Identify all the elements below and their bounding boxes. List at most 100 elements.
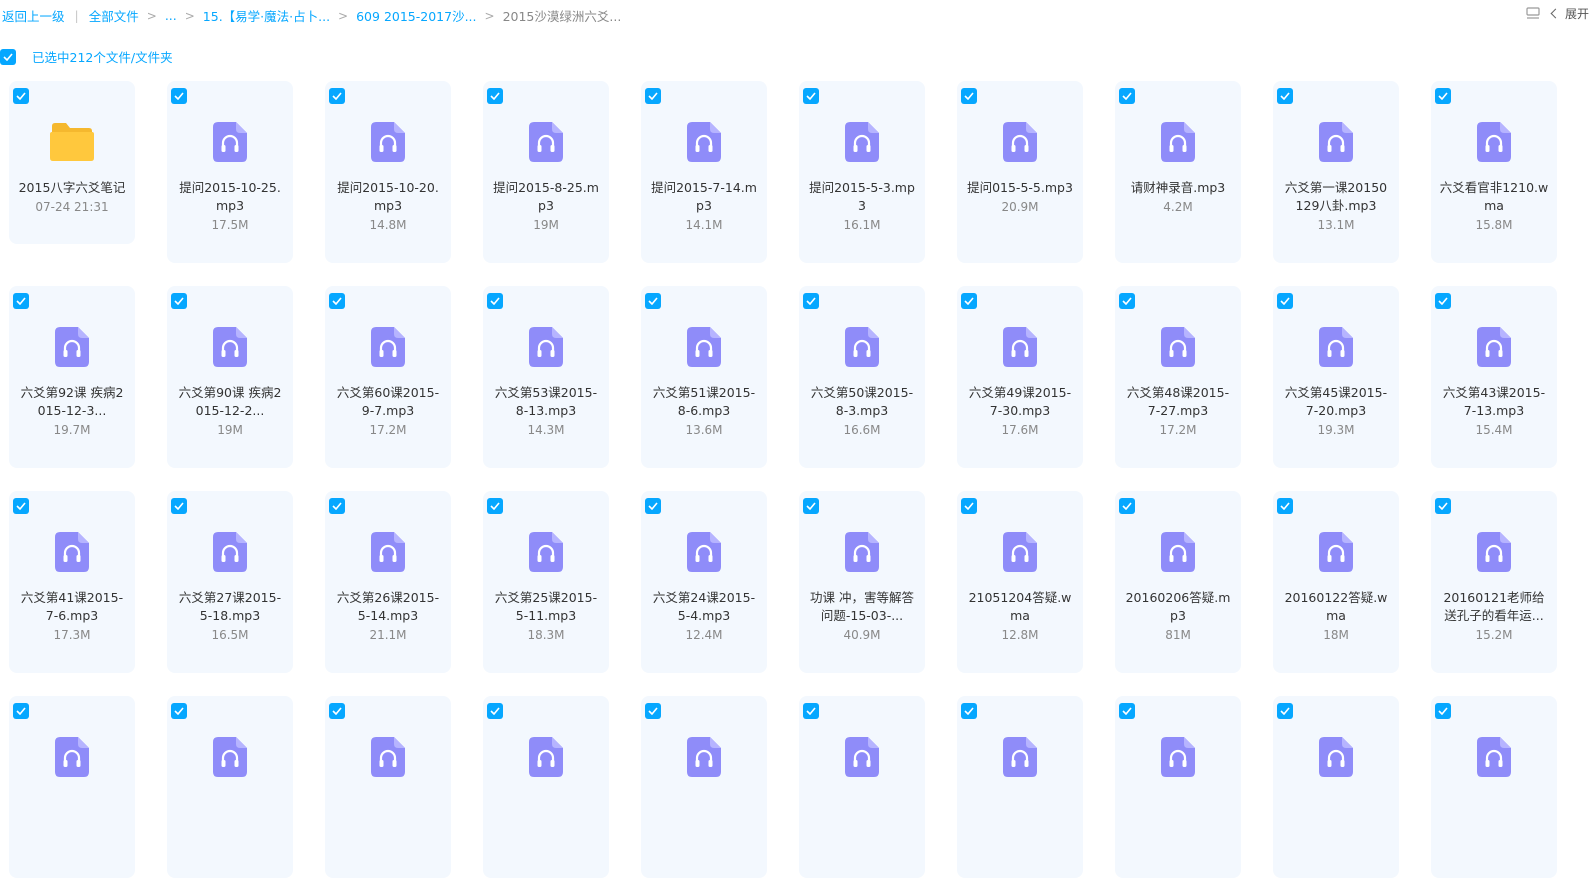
file-card[interactable]	[957, 696, 1083, 878]
file-checkbox[interactable]	[645, 293, 661, 309]
file-checkbox[interactable]	[171, 498, 187, 514]
file-size: 15.4M	[1475, 423, 1513, 437]
file-card[interactable]	[483, 696, 609, 878]
file-card[interactable]: 六爻第一课20150129八卦.mp3 13.1M	[1273, 81, 1399, 263]
file-checkbox[interactable]	[645, 498, 661, 514]
file-card[interactable]: 六爻第27课2015-5-18.mp3 16.5M	[167, 491, 293, 673]
file-checkbox[interactable]	[961, 498, 977, 514]
file-card[interactable]	[9, 696, 135, 878]
breadcrumb-item-ellipsis[interactable]: ...	[165, 8, 177, 23]
audio-file-icon	[957, 736, 1083, 778]
breadcrumb-item-folder-609[interactable]: 609 2015-2017沙...	[356, 6, 476, 25]
file-checkbox[interactable]	[1435, 88, 1451, 104]
file-checkbox[interactable]	[803, 703, 819, 719]
file-checkbox[interactable]	[645, 88, 661, 104]
file-checkbox[interactable]	[803, 293, 819, 309]
file-name: 六爻第60课2015-9-7.mp3	[336, 385, 440, 418]
file-card[interactable]: 六爻第92课 疾病2015-12-3... 19.7M	[9, 286, 135, 468]
file-name: 六爻第92课 疾病2015-12-3...	[20, 385, 124, 418]
select-all-checkbox[interactable]	[0, 48, 16, 65]
file-checkbox[interactable]	[329, 498, 345, 514]
file-card[interactable]	[1115, 696, 1241, 878]
file-checkbox[interactable]	[1277, 88, 1293, 104]
file-card[interactable]: 提问2015-10-25.mp3 17.5M	[167, 81, 293, 263]
file-card[interactable]	[1273, 696, 1399, 878]
file-card[interactable]: 20160122答疑.wma 18M	[1273, 491, 1399, 673]
file-card[interactable]: 六爻第51课2015-8-6.mp3 13.6M	[641, 286, 767, 468]
file-card[interactable]: 六爻第41课2015-7-6.mp3 17.3M	[9, 491, 135, 673]
file-checkbox[interactable]	[329, 293, 345, 309]
file-card[interactable]: 六爻第43课2015-7-13.mp3 15.4M	[1431, 286, 1557, 468]
file-card[interactable]	[1431, 696, 1557, 878]
file-card[interactable]: 六爻看官非1210.wma 15.8M	[1431, 81, 1557, 263]
file-checkbox[interactable]	[1435, 498, 1451, 514]
file-checkbox[interactable]	[13, 88, 29, 104]
file-checkbox[interactable]	[329, 703, 345, 719]
file-card[interactable]: 请财神录音.mp3 4.2M	[1115, 81, 1241, 263]
audio-file-icon	[641, 531, 767, 573]
folder-card[interactable]: 2015八字六爻笔记 07-24 21:31	[9, 81, 135, 244]
file-checkbox[interactable]	[1435, 703, 1451, 719]
audio-file-icon	[483, 736, 609, 778]
file-card[interactable]: 六爻第53课2015-8-13.mp3 14.3M	[483, 286, 609, 468]
file-checkbox[interactable]	[1277, 703, 1293, 719]
file-checkbox[interactable]	[487, 703, 503, 719]
file-checkbox[interactable]	[487, 88, 503, 104]
file-card[interactable]: 六爻第60课2015-9-7.mp3 17.2M	[325, 286, 451, 468]
file-card[interactable]: 提问2015-5-3.mp3 16.1M	[799, 81, 925, 263]
file-checkbox[interactable]	[1119, 88, 1135, 104]
file-checkbox[interactable]	[803, 88, 819, 104]
file-card[interactable]: 六爻第50课2015-8-3.mp3 16.6M	[799, 286, 925, 468]
file-checkbox[interactable]	[1277, 293, 1293, 309]
file-card[interactable]: 提问2015-7-14.mp3 14.1M	[641, 81, 767, 263]
file-checkbox[interactable]	[961, 293, 977, 309]
file-card[interactable]	[167, 696, 293, 878]
file-card[interactable]: 20160206答疑.mp3 81M	[1115, 491, 1241, 673]
audio-file-icon	[1273, 531, 1399, 573]
toolbar-right: 展开	[1524, 5, 1589, 22]
file-card[interactable]: 20160121老师给送孔子的看年运... 15.2M	[1431, 491, 1557, 673]
file-card[interactable]	[325, 696, 451, 878]
file-card[interactable]	[641, 696, 767, 878]
file-card[interactable]: 六爻第48课2015-7-27.mp3 17.2M	[1115, 286, 1241, 468]
file-checkbox[interactable]	[1435, 293, 1451, 309]
file-checkbox[interactable]	[171, 703, 187, 719]
file-checkbox[interactable]	[171, 88, 187, 104]
file-checkbox[interactable]	[1119, 703, 1135, 719]
file-card[interactable]: 提问2015-8-25.mp3 19M	[483, 81, 609, 263]
file-card[interactable]: 六爻第25课2015-5-11.mp3 18.3M	[483, 491, 609, 673]
file-checkbox[interactable]	[1119, 293, 1135, 309]
file-card[interactable]: 六爻第49课2015-7-30.mp3 17.6M	[957, 286, 1083, 468]
file-card[interactable]: 提问2015-10-20.mp3 14.8M	[325, 81, 451, 263]
audio-file-icon	[167, 326, 293, 368]
file-checkbox[interactable]	[487, 498, 503, 514]
view-mode-icon[interactable]	[1524, 6, 1542, 22]
breadcrumb-item-all-files[interactable]: 全部文件	[89, 6, 139, 25]
file-date: 07-24 21:31	[35, 200, 109, 214]
file-checkbox[interactable]	[13, 498, 29, 514]
file-checkbox[interactable]	[13, 703, 29, 719]
breadcrumb-item-folder-15[interactable]: 15.【易学·魔法·占卜...	[203, 6, 330, 25]
file-checkbox[interactable]	[1277, 498, 1293, 514]
file-card[interactable]: 六爻第24课2015-5-4.mp3 12.4M	[641, 491, 767, 673]
file-checkbox[interactable]	[487, 293, 503, 309]
file-card[interactable]	[799, 696, 925, 878]
audio-file-icon	[1115, 326, 1241, 368]
file-card[interactable]: 提问015-5-5.mp3 20.9M	[957, 81, 1083, 263]
back-link[interactable]: 返回上一级	[2, 6, 65, 25]
file-card[interactable]: 六爻第45课2015-7-20.mp3 19.3M	[1273, 286, 1399, 468]
file-card[interactable]: 功课 冲，害等解答问题-15-03-... 40.9M	[799, 491, 925, 673]
file-card[interactable]: 21051204答疑.wma 12.8M	[957, 491, 1083, 673]
file-checkbox[interactable]	[329, 88, 345, 104]
file-checkbox[interactable]	[803, 498, 819, 514]
expand-button[interactable]: 展开	[1550, 5, 1589, 22]
file-checkbox[interactable]	[1119, 498, 1135, 514]
file-checkbox[interactable]	[961, 88, 977, 104]
file-checkbox[interactable]	[13, 293, 29, 309]
file-checkbox[interactable]	[171, 293, 187, 309]
file-checkbox[interactable]	[645, 703, 661, 719]
file-checkbox[interactable]	[961, 703, 977, 719]
file-size: 16.6M	[843, 423, 881, 437]
file-card[interactable]: 六爻第90课 疾病2015-12-2... 19M	[167, 286, 293, 468]
file-card[interactable]: 六爻第26课2015-5-14.mp3 21.1M	[325, 491, 451, 673]
